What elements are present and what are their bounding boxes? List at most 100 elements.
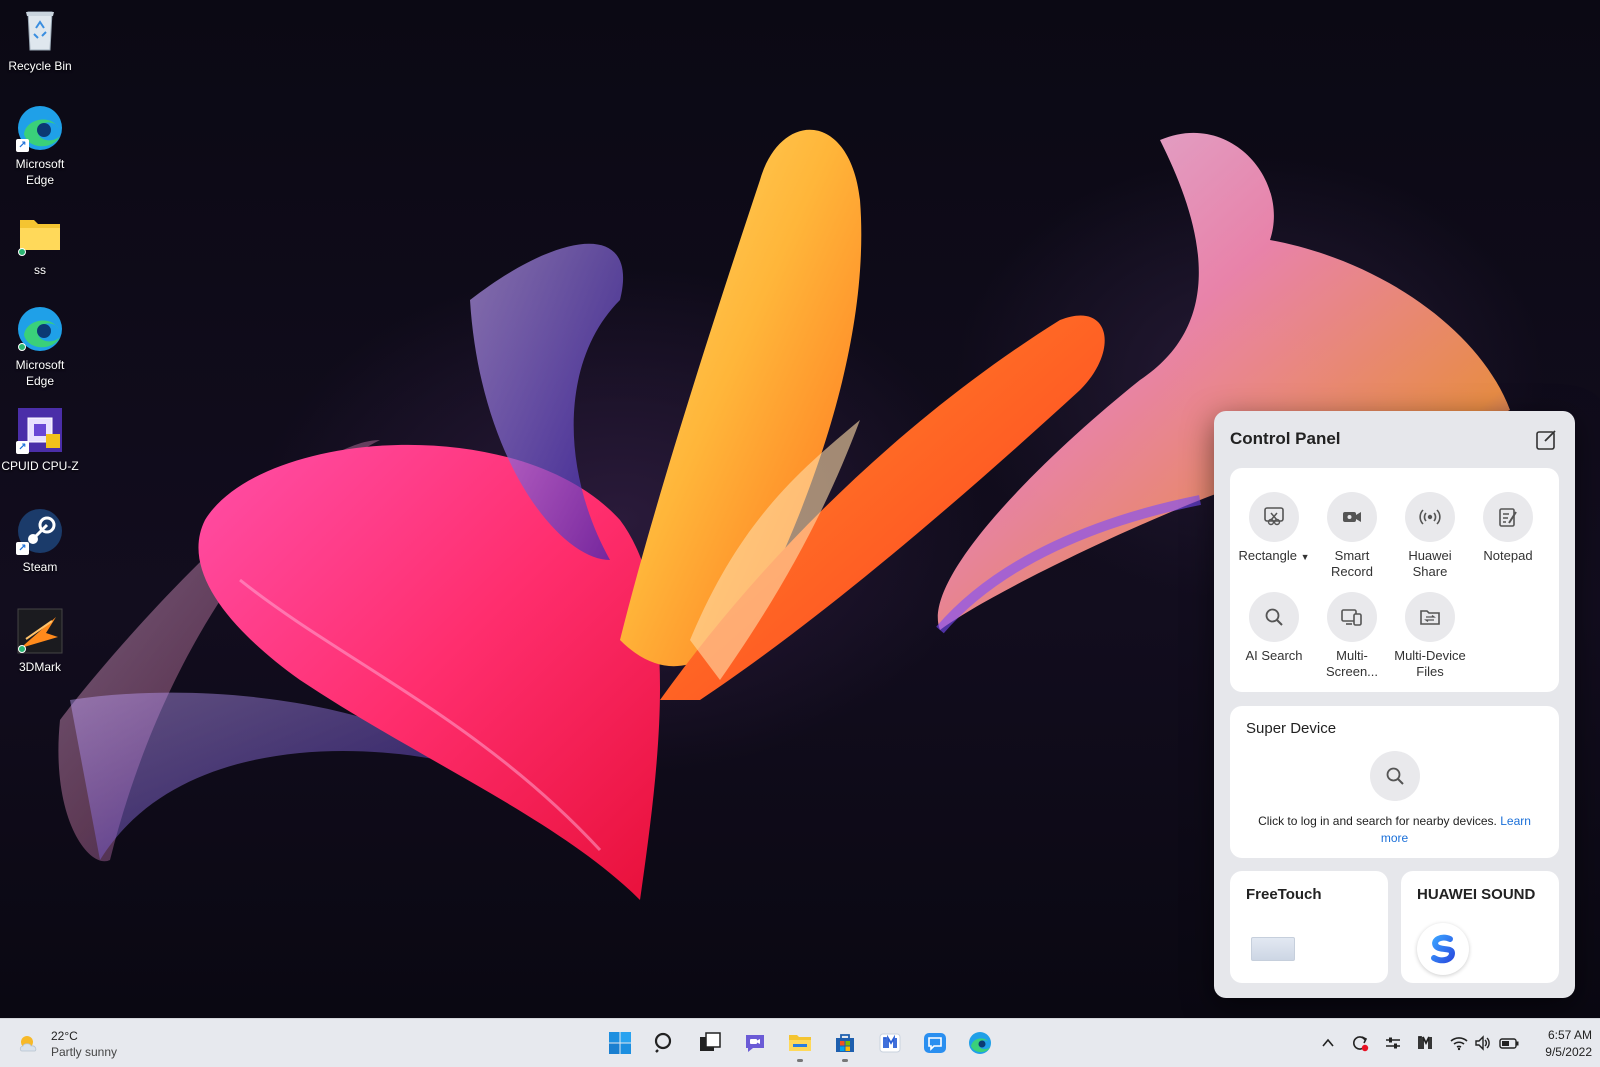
touchpad-icon xyxy=(1251,937,1295,961)
tool-label: Notepad xyxy=(1483,548,1533,563)
taskbar-file-explorer[interactable] xyxy=(782,1025,818,1062)
pc-manager-icon xyxy=(879,1033,901,1053)
clock-date: 9/5/2022 xyxy=(1545,1045,1592,1059)
chevron-up-icon xyxy=(1322,1038,1334,1047)
taskbar: 22°C Partly sunny 6:57 AM 9/5/2022 xyxy=(0,1018,1600,1067)
taskbar-edge[interactable] xyxy=(962,1025,998,1061)
tray-show-hidden-icons[interactable] xyxy=(1317,1032,1339,1054)
edit-icon[interactable] xyxy=(1535,429,1557,451)
freetouch-title: FreeTouch xyxy=(1246,886,1322,903)
pc-manager-tray-icon xyxy=(1418,1036,1432,1049)
taskbar-chat-button[interactable] xyxy=(737,1025,773,1061)
edge-icon xyxy=(969,1032,991,1054)
tool-ai-search[interactable]: AI Search xyxy=(1234,592,1314,664)
shortcut-arrow-icon: ↗ xyxy=(16,542,29,555)
tool-label: Rectangle xyxy=(1238,548,1297,563)
volume-icon xyxy=(1475,1035,1490,1051)
tool-label: Multi-Device Files xyxy=(1394,648,1466,679)
super-device-card: Super Device Click to log in and search … xyxy=(1230,706,1559,858)
tool-label: Multi-Screen... xyxy=(1325,648,1379,679)
tool-multi-screen[interactable]: Multi-Screen... xyxy=(1312,592,1392,680)
wireless-share-icon xyxy=(1405,492,1455,542)
weather-description: Partly sunny xyxy=(51,1045,118,1059)
dropdown-caret-icon[interactable]: ▼ xyxy=(1301,552,1310,562)
wifi-icon xyxy=(1450,1037,1468,1051)
clock-time: 6:57 AM xyxy=(1547,1028,1592,1042)
3dmark-icon xyxy=(16,607,64,655)
tool-multi-device-files[interactable]: Multi-Device Files xyxy=(1390,592,1470,680)
desktop-icon-label: ss xyxy=(34,263,46,277)
tool-smart-record[interactable]: Smart Record xyxy=(1312,492,1392,580)
desktop-icon-recycle-bin[interactable]: Recycle Bin xyxy=(0,6,80,74)
steam-icon: ↗ xyxy=(16,507,64,555)
taskbar-start-button[interactable] xyxy=(602,1025,638,1061)
desktop-icon-steam[interactable]: ↗ Steam xyxy=(0,507,80,575)
tray-settings-toggle[interactable] xyxy=(1382,1032,1404,1054)
tray-battery[interactable] xyxy=(1498,1032,1520,1054)
multi-device-files-icon xyxy=(1405,592,1455,642)
tool-label: AI Search xyxy=(1245,648,1303,663)
taskbar-clock[interactable]: 6:57 AM 9/5/2022 xyxy=(1520,1027,1592,1061)
notepad-icon xyxy=(1483,492,1533,542)
weather-widget[interactable]: 22°C Partly sunny xyxy=(16,1027,117,1061)
desktop-icon-label: Microsoft Edge xyxy=(15,157,65,187)
desktop-icon-label: Recycle Bin xyxy=(8,59,72,73)
tool-notepad[interactable]: Notepad xyxy=(1468,492,1548,564)
desktop-icon-cpuid-cpu-z[interactable]: ↗ CPUID CPU-Z xyxy=(0,406,80,474)
desktop-icon-label: Steam xyxy=(22,560,58,574)
tool-label: Smart Record xyxy=(1331,548,1373,579)
message-icon xyxy=(924,1033,946,1053)
running-indicator xyxy=(797,1059,803,1062)
taskbar-pc-manager[interactable] xyxy=(872,1025,908,1061)
running-indicator xyxy=(842,1059,848,1062)
huawei-sound-title: HUAWEI SOUND xyxy=(1417,886,1536,903)
taskbar-microsoft-store[interactable] xyxy=(827,1025,863,1062)
battery-icon xyxy=(1499,1038,1519,1049)
sync-status-icon xyxy=(18,645,26,653)
tool-huawei-share[interactable]: Huawei Share xyxy=(1390,492,1470,580)
desktop-icon-microsoft-edge[interactable]: ↗ Microsoft Edge xyxy=(0,104,80,188)
tray-volume[interactable] xyxy=(1472,1032,1494,1054)
shortcut-arrow-icon: ↗ xyxy=(16,441,29,454)
video-camera-icon xyxy=(1327,492,1377,542)
cloud-sync-icon xyxy=(18,248,26,256)
chat-icon xyxy=(746,1035,764,1052)
super-device-search-button[interactable] xyxy=(1370,751,1420,801)
recycle-bin-icon xyxy=(16,6,64,54)
super-device-title: Super Device xyxy=(1246,720,1337,737)
cpuz-icon: ↗ xyxy=(16,406,64,454)
control-panel: Control Panel Rectangle ▼ Smart Record H… xyxy=(1214,411,1575,998)
taskbar-messages[interactable] xyxy=(917,1025,953,1061)
super-device-text: Click to log in and search for nearby de… xyxy=(1258,814,1497,828)
desktop-icon-3dmark[interactable]: 3DMark xyxy=(0,607,80,675)
tray-sync-alert[interactable] xyxy=(1349,1032,1371,1054)
taskbar-task-view-button[interactable] xyxy=(692,1025,728,1061)
partly-sunny-icon xyxy=(19,1036,37,1052)
super-device-description: Click to log in and search for nearby de… xyxy=(1244,813,1545,847)
shortcut-arrow-icon: ↗ xyxy=(16,139,29,152)
sync-status-icon xyxy=(18,343,26,351)
file-explorer-icon xyxy=(789,1035,811,1051)
desktop-icon-microsoft-edge-2[interactable]: Microsoft Edge xyxy=(0,305,80,389)
search-icon xyxy=(1249,592,1299,642)
desktop-icon-folder-ss[interactable]: ss xyxy=(0,210,80,278)
freetouch-card[interactable]: FreeTouch xyxy=(1230,871,1388,983)
sync-alert-icon xyxy=(1353,1036,1369,1052)
quick-tools-card: Rectangle ▼ Smart Record Huawei Share No… xyxy=(1230,468,1559,692)
task-view-icon xyxy=(700,1032,721,1051)
taskbar-search-button[interactable] xyxy=(647,1025,683,1061)
settings-toggle-icon xyxy=(1386,1037,1400,1049)
tool-rectangle-screenshot[interactable]: Rectangle ▼ xyxy=(1234,492,1314,565)
search-icon xyxy=(654,1032,672,1053)
desktop-icon-label: 3DMark xyxy=(18,660,61,674)
huawei-sound-card[interactable]: HUAWEI SOUND xyxy=(1401,871,1559,983)
edge-icon xyxy=(16,305,64,353)
search-icon xyxy=(1386,767,1404,785)
folder-icon xyxy=(16,210,64,258)
tool-label: Huawei Share xyxy=(1408,548,1452,579)
store-icon xyxy=(836,1034,854,1052)
windows-start-icon xyxy=(609,1032,631,1054)
desktop-icon-label: Microsoft Edge xyxy=(15,358,65,388)
tray-pc-manager[interactable] xyxy=(1415,1032,1437,1054)
tray-wifi[interactable] xyxy=(1448,1032,1470,1054)
